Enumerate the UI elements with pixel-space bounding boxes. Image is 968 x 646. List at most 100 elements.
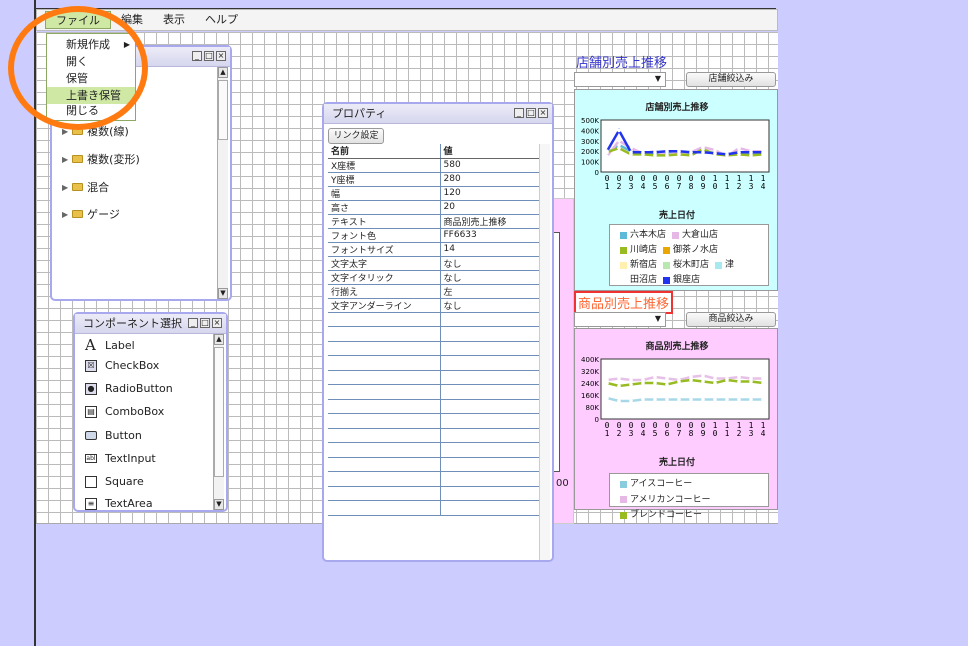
data-point bbox=[665, 397, 669, 402]
scroll-down-icon[interactable]: ▼ bbox=[218, 288, 228, 299]
property-value[interactable]: 280 bbox=[440, 172, 540, 187]
table-row[interactable]: 文字太字 なし bbox=[328, 256, 540, 271]
scroll-up-icon[interactable]: ▲ bbox=[214, 334, 224, 345]
data-point bbox=[689, 150, 693, 155]
scroll-down-icon[interactable]: ▼ bbox=[214, 499, 224, 510]
data-point bbox=[725, 378, 729, 382]
table-row[interactable]: 高さ 20 bbox=[328, 200, 540, 215]
scroll-thumb[interactable] bbox=[218, 80, 228, 140]
property-value[interactable]: なし bbox=[440, 256, 540, 271]
link-settings-button[interactable]: リンク設定 bbox=[328, 128, 384, 144]
minimize-icon[interactable]: _ bbox=[192, 51, 202, 61]
property-name: 文字イタリック bbox=[328, 270, 441, 285]
data-point bbox=[737, 397, 741, 402]
table-row[interactable]: 行揃え左 bbox=[328, 284, 540, 299]
x-tick-label: 1 bbox=[605, 182, 610, 191]
legend-item: 御茶ノ水店 bbox=[663, 244, 718, 257]
combobox-icon: ▤ bbox=[85, 405, 97, 418]
store-filter-button[interactable]: 店舗絞込み bbox=[686, 72, 776, 87]
y-tick-label: 200K bbox=[581, 148, 599, 156]
component-button[interactable]: Button bbox=[85, 429, 142, 442]
legend-swatch bbox=[620, 511, 627, 519]
scroll-up-icon[interactable]: ▲ bbox=[218, 67, 228, 78]
property-value[interactable]: 14 bbox=[440, 242, 540, 257]
data-point bbox=[641, 397, 645, 402]
scroll-thumb[interactable] bbox=[214, 347, 224, 477]
store-select[interactable]: ▼ bbox=[574, 72, 666, 87]
tree-item-mixed[interactable]: ▶ 混合 bbox=[62, 179, 109, 195]
component-checkbox[interactable]: ☒ CheckBox bbox=[85, 359, 159, 372]
property-value[interactable]: 580 bbox=[440, 158, 540, 173]
product-select[interactable]: ▼ bbox=[574, 312, 666, 327]
button-icon bbox=[85, 431, 97, 440]
table-row[interactable]: フォントサイズ 14 bbox=[328, 242, 540, 257]
data-point bbox=[761, 397, 765, 402]
property-value[interactable]: 左 bbox=[440, 284, 540, 299]
data-point bbox=[749, 150, 753, 155]
table-row[interactable]: X座標 580 bbox=[328, 158, 540, 173]
close-icon[interactable]: × bbox=[538, 108, 548, 118]
table-row[interactable]: フォント色 FF6633 bbox=[328, 228, 540, 243]
property-value[interactable]: FF6633 bbox=[440, 228, 540, 243]
component-panel-title: コンポーネント選択 _ □ × bbox=[75, 314, 226, 334]
canvas-axis-text: 00 bbox=[556, 478, 569, 489]
property-value[interactable]: 商品別売上推移 bbox=[440, 214, 540, 229]
product-filter-button[interactable]: 商品絞込み bbox=[686, 312, 776, 327]
store-chart[interactable]: 店舗別売上推移 500K 400K 300K 200K 100K 0 0 1 0 2 0 3 0 4 0 5 0… bbox=[574, 89, 778, 291]
legend-label: 新宿店 bbox=[630, 260, 658, 270]
component-square[interactable]: Square bbox=[85, 475, 144, 488]
property-name: フォントサイズ bbox=[328, 242, 441, 257]
product-chart[interactable]: 商品別売上推移 400K 320K 240K 160K 80K 0 0 1 0 2 0 3 0 4 0 5 0 6… bbox=[574, 328, 778, 520]
minimize-icon[interactable]: _ bbox=[188, 318, 198, 328]
square-icon bbox=[85, 475, 97, 488]
component-label[interactable]: A Label bbox=[85, 336, 135, 354]
folder-icon bbox=[72, 210, 84, 218]
data-point bbox=[605, 381, 609, 385]
maximize-icon[interactable]: □ bbox=[200, 318, 210, 328]
data-point bbox=[677, 397, 681, 402]
data-point bbox=[761, 376, 765, 381]
data-point bbox=[665, 382, 669, 387]
data-point bbox=[701, 373, 705, 378]
maximize-icon[interactable]: □ bbox=[526, 108, 536, 118]
close-icon[interactable]: × bbox=[216, 51, 226, 61]
menu-view[interactable]: 表示 bbox=[153, 11, 195, 29]
tree-scrollbar[interactable]: ▲ ▼ bbox=[217, 67, 228, 299]
product-chart-heading[interactable]: 商品別売上推移 bbox=[574, 291, 674, 314]
table-row[interactable]: 幅 120 bbox=[328, 186, 540, 201]
store-chart-heading[interactable]: 店舗別売上推移 bbox=[576, 52, 667, 71]
close-icon[interactable]: × bbox=[212, 318, 222, 328]
component-scrollbar[interactable]: ▲ ▼ bbox=[213, 334, 224, 510]
table-row[interactable]: テキスト 商品別売上推移 bbox=[328, 214, 540, 229]
component-panel: コンポーネント選択 _ □ × A Label ☒ CheckBox ● Rad… bbox=[73, 312, 228, 512]
tree-item-multi-transform[interactable]: ▶ 複数(変形) bbox=[62, 151, 140, 167]
x-tick-label: 0 bbox=[713, 182, 718, 191]
y-tick-label: 400K bbox=[581, 356, 599, 364]
property-value[interactable]: なし bbox=[440, 298, 540, 313]
minimize-icon[interactable]: _ bbox=[514, 108, 524, 118]
tree-item-gauge[interactable]: ▶ ゲージ bbox=[62, 206, 120, 222]
legend-item: アメリカンコーヒー bbox=[620, 493, 711, 507]
empty-table-row bbox=[328, 428, 540, 443]
data-point bbox=[761, 381, 765, 385]
component-textinput[interactable]: abl TextInput bbox=[85, 452, 156, 465]
table-row[interactable]: 文字イタリック なし bbox=[328, 270, 540, 285]
table-row[interactable]: 文字アンダーライン なし bbox=[328, 298, 540, 313]
component-radiobutton[interactable]: ● RadioButton bbox=[85, 382, 173, 395]
property-name: 文字太字 bbox=[328, 256, 441, 271]
property-value[interactable]: 20 bbox=[440, 200, 540, 215]
maximize-icon[interactable]: □ bbox=[204, 51, 214, 61]
properties-scrollbar[interactable] bbox=[539, 144, 550, 560]
property-name: 文字アンダーライン bbox=[328, 298, 441, 313]
y-tick-label: 500K bbox=[581, 117, 599, 125]
property-value[interactable]: 120 bbox=[440, 186, 540, 201]
table-row[interactable]: Y座標 280 bbox=[328, 172, 540, 187]
component-combobox[interactable]: ▤ ComboBox bbox=[85, 405, 164, 418]
expand-arrow-icon: ▶ bbox=[62, 182, 69, 192]
checkbox-icon: ☒ bbox=[85, 359, 97, 372]
menu-help[interactable]: ヘルプ bbox=[195, 11, 248, 29]
column-header-name: 名前 bbox=[328, 144, 441, 159]
data-point bbox=[749, 379, 753, 384]
component-textarea[interactable]: ≡ TextArea bbox=[85, 497, 153, 510]
property-value[interactable]: なし bbox=[440, 270, 540, 285]
